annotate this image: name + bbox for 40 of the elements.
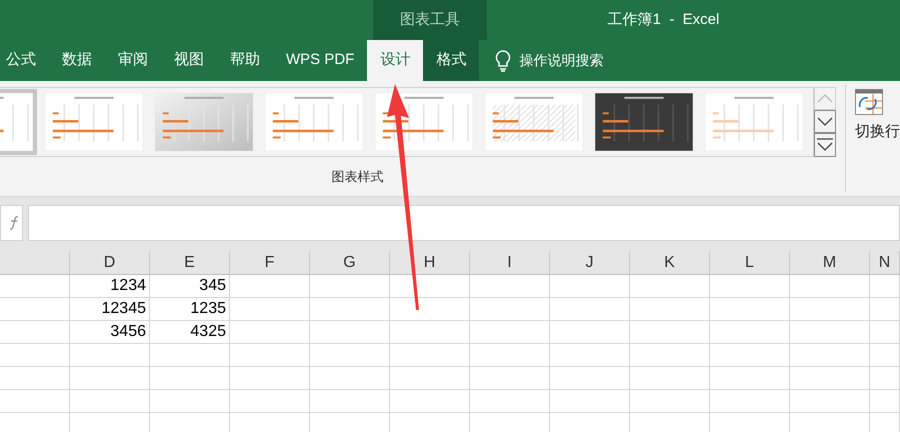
more-button[interactable] xyxy=(814,133,836,157)
column-header[interactable]: J xyxy=(586,250,594,274)
column-header[interactable]: H xyxy=(424,250,436,274)
function-button[interactable] xyxy=(0,205,23,241)
ribbon-tab[interactable]: 格式 xyxy=(423,40,480,81)
ribbon-tab[interactable]: WPS PDF xyxy=(273,40,368,81)
column-header[interactable]: D xyxy=(104,250,116,274)
window-title: 工作簿1 - Excel xyxy=(608,10,720,30)
switch-row-column-button[interactable]: 切换行 xyxy=(855,89,900,153)
column-header[interactable]: I xyxy=(507,250,512,274)
swap-table-icon xyxy=(855,89,883,115)
column-header[interactable]: N xyxy=(878,250,890,274)
lightbulb-icon xyxy=(495,50,512,72)
ribbon-tab[interactable]: 审阅 xyxy=(105,40,161,81)
table-cell-text: 3456 xyxy=(110,322,146,342)
column-header[interactable]: L xyxy=(745,250,754,274)
search-field[interactable]: 操作说明搜索 xyxy=(519,50,680,71)
contextual-group-label: 图表工具 xyxy=(373,0,487,40)
group-label: 图表样式 xyxy=(332,168,384,186)
formula-input[interactable] xyxy=(28,205,900,241)
table-cell-text: 4325 xyxy=(190,322,226,342)
table-cell-text: 1235 xyxy=(190,299,226,319)
table-cell-text: 1234 xyxy=(110,276,146,296)
column-header[interactable]: M xyxy=(822,250,836,274)
column-header[interactable]: F xyxy=(264,250,274,274)
table-cell-text: 345 xyxy=(199,276,226,296)
expand-gallery-icon xyxy=(817,138,833,152)
column-header[interactable]: K xyxy=(664,250,675,274)
ribbon-tab[interactable]: 数据 xyxy=(49,40,105,81)
ribbon-tab[interactable]: 公式 xyxy=(0,40,49,81)
ribbon-tab[interactable]: 设计 xyxy=(367,40,424,81)
column-header[interactable]: E xyxy=(184,250,195,274)
scroll-down-button[interactable] xyxy=(814,110,836,133)
function-icon xyxy=(10,215,20,231)
table-cell-text: 12345 xyxy=(102,299,146,319)
ribbon-tab[interactable]: 视图 xyxy=(161,40,217,81)
chevron-down-icon xyxy=(817,117,833,126)
chevron-up-icon xyxy=(817,94,833,103)
ribbon-tab[interactable]: 帮助 xyxy=(217,40,273,81)
column-header[interactable]: G xyxy=(343,250,356,274)
